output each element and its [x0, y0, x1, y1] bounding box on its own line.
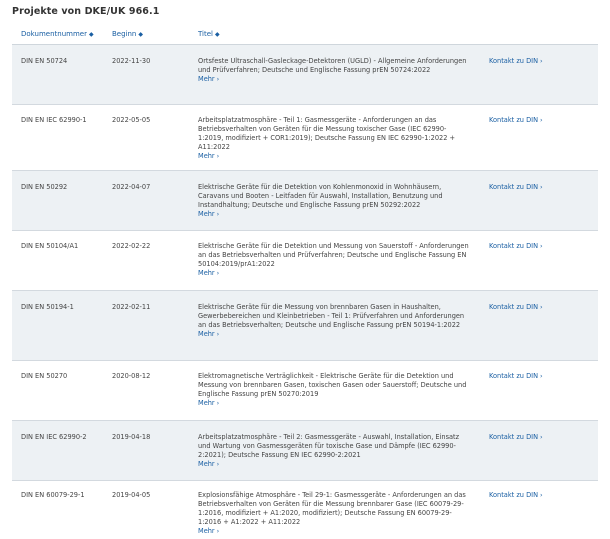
table-row: DIN EN 50194-1 2022-02-11 Elektrische Ge… [12, 291, 598, 361]
chevron-right-icon: › [540, 491, 543, 499]
table-row: DIN EN IEC 62990-1 2022-05-05 Arbeitspla… [12, 105, 598, 171]
contact-link[interactable]: Kontakt zu DIN › [489, 303, 589, 312]
contact-link[interactable]: Kontakt zu DIN › [489, 116, 589, 125]
table-row: DIN EN 50270 2020-08-12 Elektromagnetisc… [12, 361, 598, 421]
table-row: DIN EN 50104/A1 2022-02-22 Elektrische G… [12, 231, 598, 291]
more-link[interactable]: Mehr › [198, 210, 470, 219]
doc-number: DIN EN 50724 [21, 57, 68, 65]
start-date: 2022-02-22 [112, 242, 151, 250]
more-link[interactable]: Mehr › [198, 152, 470, 161]
sort-arrows-icon: ◆ [215, 31, 220, 38]
chevron-right-icon: › [540, 116, 543, 124]
start-date: 2020-08-12 [112, 372, 151, 380]
title-text: Elektrische Geräte für die Messung von b… [198, 303, 465, 329]
column-header-title[interactable]: Titel ◆ [198, 30, 220, 38]
contact-link[interactable]: Kontakt zu DIN › [489, 183, 589, 192]
doc-number: DIN EN 50104/A1 [21, 242, 79, 250]
more-link[interactable]: Mehr › [198, 460, 470, 469]
contact-link[interactable]: Kontakt zu DIN › [489, 491, 589, 500]
table-header: Dokumentnummer ◆ Beginn ◆ Titel ◆ [12, 26, 598, 45]
title-cell: Elektrische Geräte für die Messung von b… [198, 303, 470, 339]
page-title: Projekte von DKE/UK 966.1 [12, 6, 160, 17]
chevron-right-icon: › [540, 433, 543, 441]
sort-arrows-icon: ◆ [88, 31, 94, 38]
title-cell: Explosionsfähige Atmosphäre - Teil 29-1:… [198, 491, 470, 536]
doc-number: DIN EN IEC 62990-2 [21, 433, 87, 441]
contact-link[interactable]: Kontakt zu DIN › [489, 433, 589, 442]
contact-link[interactable]: Kontakt zu DIN › [489, 57, 589, 66]
chevron-right-icon: › [216, 460, 220, 468]
title-cell: Elektrische Geräte für die Detektion von… [198, 183, 470, 219]
doc-number: DIN EN 50194-1 [21, 303, 74, 311]
chevron-right-icon: › [540, 372, 543, 380]
more-link[interactable]: Mehr › [198, 527, 470, 536]
column-header-label: Beginn [112, 30, 137, 38]
title-text: Explosionsfähige Atmosphäre - Teil 29-1:… [198, 491, 466, 526]
title-cell: Arbeitsplatzatmosphäre - Teil 1: Gasmess… [198, 116, 470, 161]
chevron-right-icon: › [216, 152, 220, 160]
title-text: Arbeitsplatzatmosphäre - Teil 1: Gasmess… [198, 116, 456, 151]
table-row: DIN EN 50724 2022-11-30 Ortsfeste Ultras… [12, 45, 598, 105]
column-header-doc[interactable]: Dokumentnummer ◆ [21, 30, 94, 38]
chevron-right-icon: › [216, 330, 220, 338]
title-text: Elektrische Geräte für die Detektion von… [198, 183, 443, 209]
title-text: Elektromagnetische Verträglichkeit - Ele… [198, 372, 467, 398]
title-cell: Elektromagnetische Verträglichkeit - Ele… [198, 372, 470, 408]
table-row: DIN EN 50292 2022-04-07 Elektrische Gerä… [12, 171, 598, 231]
column-header-date[interactable]: Beginn ◆ [112, 30, 143, 38]
title-cell: Arbeitsplatzatmosphäre - Teil 2: Gasmess… [198, 433, 470, 469]
chevron-right-icon: › [540, 303, 543, 311]
title-cell: Elektrische Geräte für die Detektion und… [198, 242, 470, 278]
chevron-right-icon: › [216, 210, 220, 218]
start-date: 2022-02-11 [112, 303, 151, 311]
title-text: Elektrische Geräte für die Detektion und… [198, 242, 469, 268]
sort-arrows-icon: ◆ [138, 31, 143, 38]
doc-number: DIN EN IEC 62990-1 [21, 116, 87, 124]
doc-number: DIN EN 60079-29-1 [21, 491, 85, 499]
chevron-right-icon: › [540, 183, 543, 191]
column-header-label: Titel [198, 30, 214, 38]
more-link[interactable]: Mehr › [198, 330, 470, 339]
chevron-right-icon: › [216, 399, 220, 407]
start-date: 2022-05-05 [112, 116, 151, 124]
title-cell: Ortsfeste Ultraschall-Gasleckage-Detekto… [198, 57, 470, 84]
more-link[interactable]: Mehr › [198, 399, 470, 408]
more-link[interactable]: Mehr › [198, 269, 470, 278]
title-text: Ortsfeste Ultraschall-Gasleckage-Detekto… [198, 57, 467, 74]
contact-link[interactable]: Kontakt zu DIN › [489, 242, 589, 251]
start-date: 2019-04-18 [112, 433, 151, 441]
chevron-right-icon: › [216, 527, 220, 535]
start-date: 2022-04-07 [112, 183, 151, 191]
title-text: Arbeitsplatzatmosphäre - Teil 2: Gasmess… [198, 433, 460, 459]
contact-link[interactable]: Kontakt zu DIN › [489, 372, 589, 381]
column-header-label: Dokumentnummer [21, 30, 87, 38]
more-link[interactable]: Mehr › [198, 75, 470, 84]
table-row: DIN EN IEC 62990-2 2019-04-18 Arbeitspla… [12, 421, 598, 481]
chevron-right-icon: › [540, 242, 543, 250]
chevron-right-icon: › [540, 57, 543, 65]
table-row: DIN EN 60079-29-1 2019-04-05 Explosionsf… [12, 481, 598, 539]
doc-number: DIN EN 50270 [21, 372, 68, 380]
chevron-right-icon: › [216, 75, 220, 83]
chevron-right-icon: › [216, 269, 220, 277]
start-date: 2022-11-30 [112, 57, 151, 65]
start-date: 2019-04-05 [112, 491, 151, 499]
doc-number: DIN EN 50292 [21, 183, 68, 191]
